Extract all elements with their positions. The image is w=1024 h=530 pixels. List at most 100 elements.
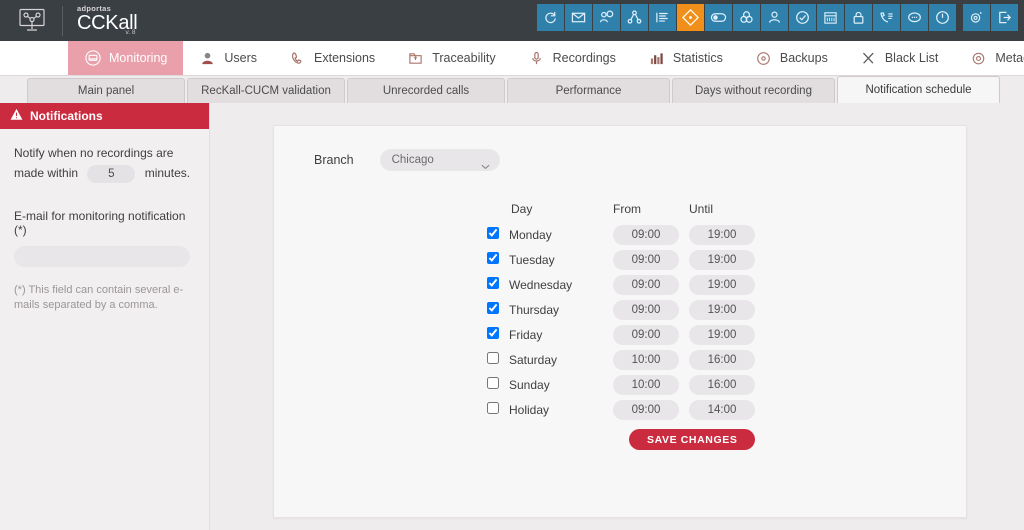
branch-select[interactable]: Chicago [379,149,500,171]
microphone-icon [528,50,545,67]
until-time-input[interactable] [689,325,755,345]
column-header-day: Day [511,202,533,216]
toggle-icon[interactable] [705,4,732,31]
tab-unrecorded-calls[interactable]: Unrecorded calls [347,78,505,103]
schedule-card: Branch Chicago Day From Until Monday 09:… [273,125,967,518]
from-time-input[interactable] [613,300,679,320]
logout-icon[interactable] [991,4,1018,31]
refresh-icon[interactable] [537,4,564,31]
day-enabled-checkbox[interactable] [487,227,499,239]
list-icon[interactable] [649,4,676,31]
tab-main-panel[interactable]: Main panel [27,78,185,103]
bar-chart-icon [648,50,665,67]
schedule-table-wrapper: Day From Until Monday Tuesd [487,202,765,425]
until-time-input[interactable] [689,350,755,370]
check-circle-icon[interactable] [789,4,816,31]
nav-item-metadata[interactable]: Metadata [954,41,1024,75]
until-time-input[interactable] [689,275,755,295]
nav-item-backups[interactable]: Backups [739,41,844,75]
sidebar-header: Notifications [0,103,209,129]
table-row: Tuesday [487,250,765,275]
table-header-row: Day From Until [487,202,765,225]
lock-icon[interactable] [845,4,872,31]
day-name: Wednesday [509,278,573,292]
from-time-input[interactable] [613,225,679,245]
brand-block: adportas CCKall v. 8 [0,0,138,41]
tab-notification-schedule[interactable]: Notification schedule [837,76,1000,103]
share-nodes-icon[interactable] [621,4,648,31]
tab-days-without-recording[interactable]: Days without recording [672,78,835,103]
from-time-input[interactable] [613,275,679,295]
brand-divider [62,5,63,36]
notify-text-after: minutes. [144,166,191,180]
day-name: Saturday [509,353,558,367]
phone-list-icon[interactable] [873,4,900,31]
notify-sentence: Notify when no recordings are made withi… [14,143,195,183]
day-enabled-checkbox[interactable] [487,252,499,264]
column-header-until: Until [689,202,714,216]
notify-minutes-input[interactable] [87,164,136,183]
gear-outline-icon [970,50,987,67]
email-label: E-mail for monitoring notification (*) [14,209,186,237]
nav-item-statistics[interactable]: Statistics [632,41,739,75]
main-navigation: Monitoring Users Extensions Traceability… [0,41,1024,76]
until-time-input[interactable] [689,225,755,245]
nav-label: Metadata [995,51,1024,65]
until-time-input[interactable] [689,300,755,320]
nav-item-users[interactable]: Users [183,41,273,75]
brand-subtitle: adportas [77,3,112,13]
tab-performance[interactable]: Performance [507,78,670,103]
sidebar-title: Notifications [30,109,103,123]
from-time-input[interactable] [613,375,679,395]
power-icon[interactable] [929,4,956,31]
from-time-input[interactable] [613,250,679,270]
tab-reckall-cucm-validation[interactable]: RecKall-CUCM validation [187,78,345,103]
sidebar-content: Notify when no recordings are made withi… [0,129,209,313]
day-enabled-checkbox[interactable] [487,302,499,314]
nav-item-recordings[interactable]: Recordings [512,41,632,75]
save-changes-button[interactable]: SAVE CHANGES [629,429,756,450]
until-time-input[interactable] [689,250,755,270]
nav-label: Backups [779,51,828,65]
day-enabled-checkbox[interactable] [487,277,499,289]
table-row: Friday [487,325,765,350]
nav-label: Recordings [552,51,616,65]
nav-item-monitoring[interactable]: Monitoring [68,41,184,75]
branch-label: Branch [314,153,354,167]
table-row: Thursday [487,300,765,325]
mail-icon[interactable] [565,4,592,31]
warning-triangle-icon [10,108,23,124]
phone-icon [289,50,306,67]
from-time-input[interactable] [613,325,679,345]
network-topology-screen-icon [12,5,52,37]
settings-icon[interactable] [963,4,990,31]
day-enabled-checkbox[interactable] [487,402,499,414]
nav-label: Monitoring [109,51,168,65]
calendar-icon[interactable] [817,4,844,31]
notifications-sidebar: Notifications Notify when no recordings … [0,103,210,530]
nav-item-traceability[interactable]: Traceability [391,41,511,75]
table-row: Holiday [487,400,765,425]
day-enabled-checkbox[interactable] [487,327,499,339]
monitor-icon [84,50,101,67]
app-header: adportas CCKall v. 8 [0,0,1024,41]
day-name: Monday [509,228,552,242]
tab-bar: Main panel RecKall-CUCM validation Unrec… [0,76,1024,103]
from-time-input[interactable] [613,400,679,420]
until-time-input[interactable] [689,400,755,420]
table-row: Saturday [487,350,765,375]
venn-icon[interactable] [733,4,760,31]
day-enabled-checkbox[interactable] [487,352,499,364]
from-time-input[interactable] [613,350,679,370]
nav-item-extensions[interactable]: Extensions [273,41,391,75]
chat-icon[interactable] [901,4,928,31]
nav-label: Users [224,51,258,65]
until-time-input[interactable] [689,375,755,395]
table-row: Sunday [487,375,765,400]
user-search-icon[interactable] [593,4,620,31]
diamond-icon[interactable] [677,4,704,31]
email-field[interactable] [14,246,190,267]
nav-item-black-list[interactable]: Black List [844,41,955,75]
day-enabled-checkbox[interactable] [487,377,499,389]
person-icon[interactable] [761,4,788,31]
